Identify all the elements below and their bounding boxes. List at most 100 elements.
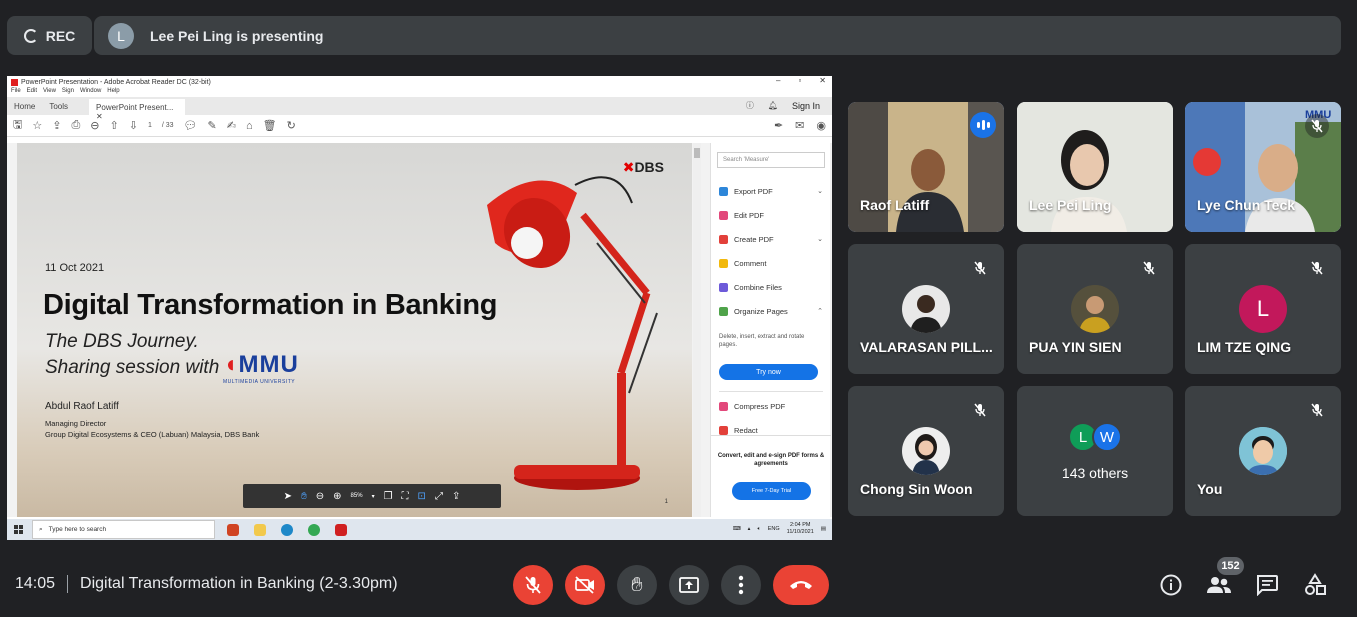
camera-button[interactable] [565, 565, 605, 605]
page-number-current[interactable]: 1 [148, 122, 152, 129]
language-indicator[interactable]: ENG [768, 526, 780, 532]
sign-in-link[interactable]: Sign In [792, 101, 820, 111]
meeting-details-button[interactable] [1156, 570, 1186, 600]
share-icon[interactable]: ⇪ [452, 491, 460, 502]
participant-tile-chong-sin-woon[interactable]: Chong Sin Woon [848, 386, 1004, 516]
tool-combine-files[interactable]: Combine Files [719, 275, 827, 299]
delete-icon[interactable]: 🗑︎ [263, 119, 277, 132]
tab-home[interactable]: Home [7, 102, 42, 115]
chevron-up-icon[interactable]: ⌃ [817, 307, 823, 315]
rotate-icon[interactable]: ↻ [287, 119, 296, 132]
close-window-icon[interactable]: ✕ [819, 76, 826, 85]
tag-icon[interactable]: ⌂ [246, 120, 253, 132]
fullscreen-icon[interactable]: ⤢ [435, 491, 443, 502]
recording-indicator[interactable]: REC [7, 16, 92, 55]
upload-icon[interactable]: ⇪ [52, 119, 61, 132]
try-now-button[interactable]: Try now [719, 364, 818, 380]
help-icon[interactable]: ⓘ [746, 100, 754, 111]
meeting-title: Digital Transformation in Banking (2-3.3… [80, 575, 398, 592]
tool-edit-pdf[interactable]: Edit PDF [719, 203, 827, 227]
fit-width-icon[interactable]: ⊡ [418, 491, 426, 502]
tool-redact[interactable]: Redact [719, 418, 827, 442]
activities-button[interactable] [1300, 570, 1330, 600]
present-now-button[interactable] [669, 565, 709, 605]
menu-file[interactable]: File [11, 88, 21, 97]
tool-organize-pages[interactable]: Organize Pages ⌃ [719, 299, 827, 323]
zoom-dropdown-icon[interactable]: ▾ [372, 493, 375, 500]
participant-tile-raof-latiff[interactable]: Raof Latiff [848, 102, 1004, 232]
comment-icon [719, 258, 728, 268]
select-tool-icon[interactable]: ➤ [284, 491, 292, 502]
edge-icon[interactable] [281, 523, 293, 536]
mic-off-icon [1305, 256, 1329, 280]
fill-sign-icon[interactable]: ✒︎ [774, 119, 783, 132]
fit-page-icon[interactable]: ⛶ [402, 491, 409, 502]
menu-sign[interactable]: Sign [62, 88, 74, 97]
menu-window[interactable]: Window [80, 88, 101, 97]
page-view-icon[interactable]: ❐ [384, 491, 393, 502]
chevron-down-icon[interactable]: ⌄ [817, 187, 823, 195]
free-trial-button[interactable]: Free 7-Day Trial [732, 482, 811, 500]
mic-off-icon [525, 576, 541, 594]
save-icon[interactable]: 🖫︎ [13, 116, 22, 135]
menu-view[interactable]: View [43, 88, 56, 97]
tool-compress-pdf[interactable]: Compress PDF [719, 394, 827, 418]
menu-help[interactable]: Help [107, 88, 119, 97]
microphone-button[interactable] [513, 565, 553, 605]
chat-button[interactable] [1252, 570, 1282, 600]
pen-icon[interactable]: ✎ [208, 119, 217, 132]
network-icon[interactable]: ▴ [748, 526, 751, 532]
zoom-out-icon[interactable]: ⊖ [316, 491, 324, 502]
sign-icon[interactable]: ✍︎ [227, 119, 236, 132]
document-scrollbar[interactable] [693, 143, 701, 517]
tools-search-input[interactable]: Search 'Measure' [717, 152, 825, 168]
powerpoint-icon[interactable] [227, 523, 239, 536]
tool-export-pdf[interactable]: Export PDF ⌄ [719, 179, 827, 203]
keyboard-icon[interactable]: ⌨ [733, 526, 741, 532]
mic-off-icon [968, 256, 992, 280]
account-icon[interactable]: ◉ [816, 119, 826, 132]
minimize-icon[interactable]: – [776, 76, 780, 85]
participant-tile-you[interactable]: You [1185, 386, 1341, 516]
raise-hand-button[interactable]: ✋︎ [617, 565, 657, 605]
mail-icon[interactable]: ✉ [795, 119, 804, 132]
chrome-icon[interactable] [308, 523, 320, 536]
organize-pages-icon [719, 306, 728, 316]
bell-icon[interactable]: 🔔︎ [768, 101, 778, 110]
star-icon[interactable]: ☆ [32, 119, 42, 132]
comment-icon[interactable]: 💬︎ [184, 119, 198, 132]
tab-document[interactable]: PowerPoint Present... ✕ [89, 99, 186, 121]
taskbar-search-input[interactable]: ⌕ Type here to search [32, 520, 215, 539]
leave-call-button[interactable] [773, 565, 829, 605]
participant-tile-lim-tze-qing[interactable]: L LIM TZE QING [1185, 244, 1341, 374]
volume-icon[interactable]: 🔈︎ [757, 526, 760, 533]
participant-tile-pua-yin-sien[interactable]: PUA YIN SIEN [1017, 244, 1173, 374]
participant-tile-lye-chun-teck[interactable]: MMU Lye Chun Teck [1185, 102, 1341, 232]
menu-edit[interactable]: Edit [27, 88, 37, 97]
recording-icon [23, 28, 38, 43]
zoom-level[interactable]: 85% [351, 493, 363, 499]
windows-start-icon[interactable] [14, 525, 23, 534]
hand-tool-icon[interactable]: ✋︎ [301, 491, 307, 502]
taskbar-clock[interactable]: 2:04 PM 11/10/2021 [787, 522, 814, 536]
zoom-search-icon[interactable]: ⊖ [90, 119, 99, 132]
hang-up-icon [790, 581, 812, 589]
print-icon[interactable]: ⎙ [71, 119, 80, 132]
zoom-in-icon[interactable]: ⊕ [333, 491, 341, 502]
more-options-button[interactable] [721, 565, 761, 605]
tool-comment[interactable]: Comment [719, 251, 827, 275]
taskbar-apps [227, 523, 347, 536]
participant-tile-others[interactable]: L W 143 others [1017, 386, 1173, 516]
notifications-icon[interactable]: ▤ [821, 526, 826, 532]
page-down-icon[interactable]: ⇩ [129, 119, 138, 132]
chevron-down-icon[interactable]: ⌄ [817, 235, 823, 243]
acrobat-taskbar-icon[interactable] [335, 523, 347, 536]
maximize-icon[interactable]: ▫ [798, 76, 801, 85]
file-explorer-icon[interactable] [254, 523, 266, 536]
participant-tile-lee-pei-ling[interactable]: Lee Pei Ling [1017, 102, 1173, 232]
page-up-icon[interactable]: ⇧ [110, 119, 119, 132]
tab-tools[interactable]: Tools [42, 102, 75, 115]
participant-tile-valarasan[interactable]: VALARASAN PILL... [848, 244, 1004, 374]
tool-create-pdf[interactable]: Create PDF ⌄ [719, 227, 827, 251]
window-titlebar: PowerPoint Presentation - Adobe Acrobat … [7, 76, 832, 88]
